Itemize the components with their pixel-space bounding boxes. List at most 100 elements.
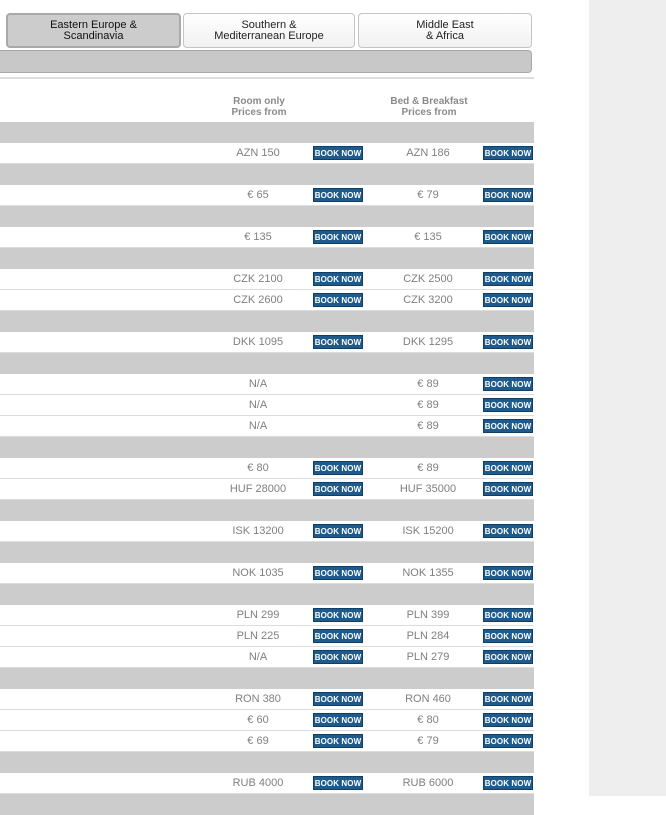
bed-breakfast-price: PLN 284 (406, 630, 450, 642)
table-row: PLN 299 BOOK NOW PLN 399 BOOK NOW (0, 605, 534, 626)
book-now-bed-breakfast-button[interactable]: BOOK NOW (483, 692, 533, 706)
book-now-room-only-button[interactable]: BOOK NOW (313, 734, 363, 748)
book-now-bed-breakfast-button[interactable]: BOOK NOW (483, 188, 533, 202)
bed-breakfast-price: € 89 (417, 399, 439, 411)
table-row: ISK 13200 BOOK NOW ISK 15200 BOOK NOW (0, 521, 534, 542)
book-now-room-only-button[interactable]: BOOK NOW (313, 608, 363, 622)
room-only-price: CZK 2100 (233, 273, 283, 285)
book-now-bed-breakfast-button[interactable]: BOOK NOW (483, 146, 533, 160)
table-row: € 65 BOOK NOW € 79 BOOK NOW (0, 185, 534, 206)
room-only-price: NOK 1035 (232, 567, 284, 579)
book-now-bed-breakfast-button[interactable]: BOOK NOW (483, 482, 533, 496)
bed-breakfast-price: € 89 (417, 420, 439, 432)
table-row: N/A € 89 BOOK NOW (0, 374, 534, 395)
book-now-bed-breakfast-button[interactable]: BOOK NOW (483, 776, 533, 790)
bed-breakfast-price: € 79 (417, 735, 439, 747)
room-only-price: ISK 13200 (232, 525, 284, 537)
table-row: PLN 225 BOOK NOW PLN 284 BOOK NOW (0, 626, 534, 647)
room-only-price: RUB 4000 (232, 777, 284, 789)
section-header-band (0, 500, 534, 521)
bed-breakfast-price: CZK 2500 (403, 273, 453, 285)
book-now-room-only-button[interactable]: BOOK NOW (313, 776, 363, 790)
book-now-room-only-button[interactable]: BOOK NOW (313, 629, 363, 643)
book-now-room-only-button[interactable]: BOOK NOW (313, 692, 363, 706)
bed-breakfast-price: € 135 (414, 231, 442, 243)
book-now-room-only-button[interactable]: BOOK NOW (313, 230, 363, 244)
tab-eastern-europe-scandinavia[interactable]: Eastern Europe & Scandinavia (6, 13, 181, 48)
book-now-bed-breakfast-button[interactable]: BOOK NOW (483, 272, 533, 286)
table-row: AZN 150 BOOK NOW AZN 186 BOOK NOW (0, 143, 534, 164)
book-now-bed-breakfast-button[interactable]: BOOK NOW (483, 566, 533, 580)
book-now-bed-breakfast-button[interactable]: BOOK NOW (483, 293, 533, 307)
book-now-room-only-button[interactable]: BOOK NOW (313, 713, 363, 727)
room-only-price: € 69 (247, 735, 269, 747)
bed-breakfast-price: HUF 35000 (399, 483, 457, 495)
book-now-room-only-button[interactable]: BOOK NOW (313, 188, 363, 202)
section-header-band (0, 248, 534, 269)
book-now-room-only-button[interactable]: BOOK NOW (313, 272, 363, 286)
book-now-room-only-button[interactable]: BOOK NOW (313, 146, 363, 160)
table-row: € 135 BOOK NOW € 135 BOOK NOW (0, 227, 534, 248)
bed-breakfast-price: AZN 186 (406, 147, 450, 159)
book-now-bed-breakfast-button[interactable]: BOOK NOW (483, 335, 533, 349)
room-only-price: HUF 28000 (229, 483, 287, 495)
book-now-bed-breakfast-button[interactable]: BOOK NOW (483, 230, 533, 244)
book-now-bed-breakfast-button[interactable]: BOOK NOW (483, 419, 533, 433)
table-row: HUF 28000 BOOK NOW HUF 35000 BOOK NOW (0, 479, 534, 500)
column-header-bed-breakfast: Bed & Breakfast Prices from (390, 96, 468, 118)
bed-breakfast-price: DKK 1295 (402, 336, 454, 348)
section-header-band (0, 668, 534, 689)
book-now-bed-breakfast-button[interactable]: BOOK NOW (483, 629, 533, 643)
book-now-bed-breakfast-button[interactable]: BOOK NOW (483, 377, 533, 391)
room-only-price: € 80 (247, 462, 269, 474)
book-now-bed-breakfast-button[interactable]: BOOK NOW (483, 650, 533, 664)
book-now-bed-breakfast-button[interactable]: BOOK NOW (483, 398, 533, 412)
section-header-band (0, 164, 534, 185)
section-header-band (0, 353, 534, 374)
table-row: CZK 2100 BOOK NOW CZK 2500 BOOK NOW (0, 269, 534, 290)
section-header-band (0, 122, 534, 143)
section-header-band (0, 752, 534, 773)
tab-middle-east-africa[interactable]: Middle East & Africa (358, 13, 532, 48)
room-only-price: N/A (248, 651, 268, 663)
book-now-room-only-button[interactable]: BOOK NOW (313, 293, 363, 307)
tab-southern-mediterranean-europe[interactable]: Southern & Mediterranean Europe (183, 13, 355, 48)
room-only-price: € 65 (247, 189, 269, 201)
bed-breakfast-price: RON 460 (405, 693, 451, 705)
table-row: RON 380 BOOK NOW RON 460 BOOK NOW (0, 689, 534, 710)
bed-breakfast-price: € 79 (417, 189, 439, 201)
book-now-room-only-button[interactable]: BOOK NOW (313, 482, 363, 496)
table-row: € 69 BOOK NOW € 79 BOOK NOW (0, 731, 534, 752)
table-row: N/A € 89 BOOK NOW (0, 416, 534, 437)
bed-breakfast-price: ISK 15200 (402, 525, 454, 537)
table-row: CZK 2600 BOOK NOW CZK 3200 BOOK NOW (0, 290, 534, 311)
bed-breakfast-price: € 80 (417, 714, 439, 726)
book-now-bed-breakfast-button[interactable]: BOOK NOW (483, 461, 533, 475)
section-header-band (0, 206, 534, 227)
book-now-room-only-button[interactable]: BOOK NOW (313, 524, 363, 538)
book-now-bed-breakfast-button[interactable]: BOOK NOW (483, 713, 533, 727)
book-now-room-only-button[interactable]: BOOK NOW (313, 461, 363, 475)
right-side-panel (589, 0, 666, 796)
table-row: N/A € 89 BOOK NOW (0, 395, 534, 416)
region-sub-bar (0, 50, 532, 73)
book-now-bed-breakfast-button[interactable]: BOOK NOW (483, 608, 533, 622)
book-now-bed-breakfast-button[interactable]: BOOK NOW (483, 524, 533, 538)
room-only-price: N/A (248, 378, 268, 390)
section-header-band (0, 437, 534, 458)
section-header-band (0, 311, 534, 332)
book-now-room-only-button[interactable]: BOOK NOW (313, 566, 363, 580)
room-only-price: € 60 (247, 714, 269, 726)
column-header-room-only: Room only Prices from (231, 96, 287, 118)
room-only-price: N/A (248, 399, 268, 411)
book-now-room-only-button[interactable]: BOOK NOW (313, 335, 363, 349)
room-only-price: PLN 299 (236, 609, 280, 621)
price-table: AZN 150 BOOK NOW AZN 186 BOOK NOW € 65 BOOK N… (0, 122, 534, 815)
bed-breakfast-price: € 89 (417, 462, 439, 474)
room-only-price: CZK 2600 (233, 294, 283, 306)
book-now-bed-breakfast-button[interactable]: BOOK NOW (483, 734, 533, 748)
table-row: € 80 BOOK NOW € 89 BOOK NOW (0, 458, 534, 479)
book-now-room-only-button[interactable]: BOOK NOW (313, 650, 363, 664)
room-only-price: DKK 1095 (232, 336, 284, 348)
bed-breakfast-price: PLN 279 (406, 651, 450, 663)
